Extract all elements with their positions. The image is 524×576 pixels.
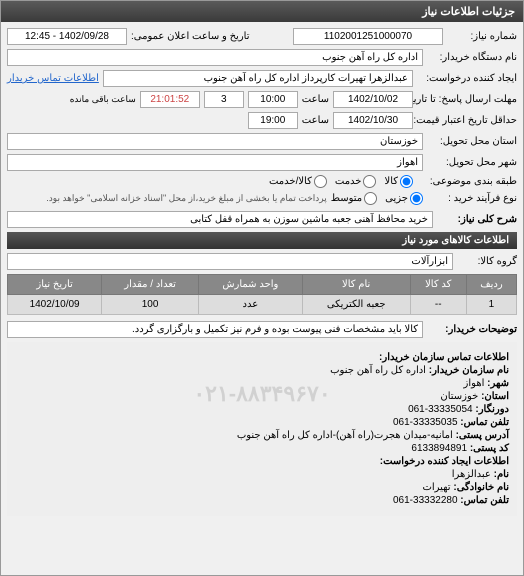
panel-title: جزئیات اطلاعات نیاز bbox=[422, 6, 515, 18]
creator-name-value: عبدالزهرا bbox=[452, 469, 491, 480]
cell-code: -- bbox=[410, 295, 466, 315]
purchase-type-label: نوع فرآیند خرید : bbox=[427, 193, 517, 204]
purchase-note: پرداخت تمام یا بخشی از مبلغ خرید،از محل … bbox=[46, 193, 326, 204]
main-panel: جزئیات اطلاعات نیاز شماره نیاز: 11020012… bbox=[0, 0, 524, 576]
buyer-org-label: نام دستگاه خریدار: bbox=[427, 52, 517, 63]
table-row: 1 -- جعبه الکتریکی عدد 100 1402/10/09 bbox=[8, 295, 517, 315]
postal-code-label: کد پستی: bbox=[470, 443, 509, 454]
request-number-field: 1102001251000070 bbox=[293, 28, 443, 45]
announce-date-label: تاریخ و ساعت اعلان عمومی: bbox=[131, 31, 250, 42]
creator-family-value: تهیرات bbox=[422, 482, 450, 493]
deadline-time-field: 10:00 bbox=[248, 91, 298, 108]
delivery-city-label: شهر محل تحویل: bbox=[427, 157, 517, 168]
time-label-1: ساعت bbox=[302, 94, 329, 105]
cell-row: 1 bbox=[466, 295, 516, 315]
goods-group-field: ابزارآلات bbox=[7, 253, 453, 270]
creator-phone-value: 33332280-061 bbox=[393, 495, 458, 506]
fax-label: دورنگار: bbox=[475, 404, 509, 415]
province-value: خوزستان bbox=[440, 391, 478, 402]
org-name-label: نام سازمان خریدار: bbox=[429, 365, 509, 376]
creator-name-label: نام: bbox=[494, 469, 509, 480]
province-label: استان: bbox=[481, 391, 509, 402]
deadline-date-field: 1402/10/02 bbox=[333, 91, 413, 108]
delivery-city-field: اهواز bbox=[7, 154, 423, 171]
need-title-label: شرح کلی نیاز: bbox=[437, 214, 517, 225]
radio-goods-service[interactable]: کالا/خدمت bbox=[269, 175, 327, 188]
remaining-days-field: 3 bbox=[204, 91, 244, 108]
cell-name: جعبه الکتریکی bbox=[302, 295, 410, 315]
form-section: شماره نیاز: 1102001251000070 تاریخ و ساع… bbox=[1, 22, 523, 522]
city-value: اهواز bbox=[464, 378, 485, 389]
buyer-notes-field: کالا باید مشخصات فنی پیوست بوده و فرم نی… bbox=[7, 321, 423, 338]
purchase-type-radios: جزیی متوسط bbox=[331, 192, 423, 205]
radio-small-input[interactable] bbox=[410, 192, 423, 205]
cell-unit: عدد bbox=[198, 295, 302, 315]
fax-value: 33335054-061 bbox=[408, 404, 473, 415]
creator-phone-label: تلفن تماس: bbox=[460, 495, 509, 506]
contact-section-title: اطلاعات تماس سازمان خریدار: bbox=[379, 352, 509, 363]
remaining-suffix: ساعت باقی مانده bbox=[70, 94, 136, 105]
validity-time-field: 19:00 bbox=[248, 112, 298, 129]
city-label: شهر: bbox=[487, 378, 509, 389]
phone-label: تلفن تماس: bbox=[460, 417, 509, 428]
org-name-value: اداره کل راه آهن جنوب bbox=[330, 365, 426, 376]
announce-date-field: 1402/09/28 - 12:45 bbox=[7, 28, 127, 45]
goods-group-label: گروه کالا: bbox=[457, 256, 517, 267]
validity-date-field: 1402/10/30 bbox=[333, 112, 413, 129]
contact-link[interactable]: اطلاعات تماس خریدار bbox=[7, 73, 99, 84]
radio-medium-input[interactable] bbox=[364, 192, 377, 205]
contact-info-section: ۰۲۱-۸۸۳۴۹۶۷۰ اطلاعات تماس سازمان خریدار:… bbox=[7, 342, 517, 516]
subject-type-radios: کالا خدمت کالا/خدمت bbox=[269, 175, 413, 188]
subject-type-label: طبقه بندی موضوعی: bbox=[417, 176, 517, 187]
col-name: نام کالا bbox=[302, 275, 410, 295]
radio-service[interactable]: خدمت bbox=[335, 175, 377, 188]
postal-code-value: 6133894891 bbox=[411, 443, 467, 454]
radio-service-input[interactable] bbox=[363, 175, 376, 188]
buyer-org-field: اداره کل راه آهن جنوب bbox=[7, 49, 423, 66]
address-value: امانیه-میدان هجرت(راه آهن)-اداره کل راه … bbox=[237, 430, 453, 441]
panel-header: جزئیات اطلاعات نیاز bbox=[1, 1, 523, 22]
delivery-province-label: استان محل تحویل: bbox=[427, 136, 517, 147]
buyer-notes-label: توضیحات خریدار: bbox=[427, 324, 517, 335]
table-header-row: ردیف کد کالا نام کالا واحد شمارش تعداد /… bbox=[8, 275, 517, 295]
col-qty: تعداد / مقدار bbox=[102, 275, 199, 295]
request-number-label: شماره نیاز: bbox=[447, 31, 517, 42]
cell-qty: 100 bbox=[102, 295, 199, 315]
col-date: تاریخ نیاز bbox=[8, 275, 102, 295]
creator-section-title: اطلاعات ایجاد کننده درخواست: bbox=[380, 456, 509, 467]
request-creator-label: ایجاد کننده درخواست: bbox=[417, 73, 517, 84]
phone-value: 33335035-061 bbox=[393, 417, 458, 428]
cell-date: 1402/10/09 bbox=[8, 295, 102, 315]
col-unit: واحد شمارش bbox=[198, 275, 302, 295]
address-label: آدرس پستی: bbox=[456, 430, 509, 441]
remaining-timer-field: 21:01:52 bbox=[140, 91, 200, 108]
delivery-province-field: خوزستان bbox=[7, 133, 423, 150]
creator-family-label: نام خانوادگی: bbox=[453, 482, 509, 493]
radio-medium[interactable]: متوسط bbox=[331, 192, 377, 205]
goods-section-title: اطلاعات کالاهای مورد نیاز bbox=[7, 232, 517, 249]
radio-goods[interactable]: کالا bbox=[384, 175, 413, 188]
time-label-2: ساعت bbox=[302, 115, 329, 126]
request-creator-field: عبدالزهرا تهیرات کارپرداز اداره کل راه آ… bbox=[103, 70, 413, 87]
radio-small[interactable]: جزیی bbox=[385, 192, 423, 205]
col-code: کد کالا bbox=[410, 275, 466, 295]
radio-goods-service-input[interactable] bbox=[314, 175, 327, 188]
validity-label: حداقل تاریخ اعتبار قیمت: تا تاریخ: bbox=[417, 115, 517, 126]
goods-table: ردیف کد کالا نام کالا واحد شمارش تعداد /… bbox=[7, 274, 517, 315]
need-title-field: خرید محافظ آهنی جعبه ماشین سوزن به همراه… bbox=[7, 211, 433, 228]
col-row: ردیف bbox=[466, 275, 516, 295]
radio-goods-input[interactable] bbox=[400, 175, 413, 188]
deadline-label: مهلت ارسال پاسخ: تا تاریخ: bbox=[417, 94, 517, 105]
